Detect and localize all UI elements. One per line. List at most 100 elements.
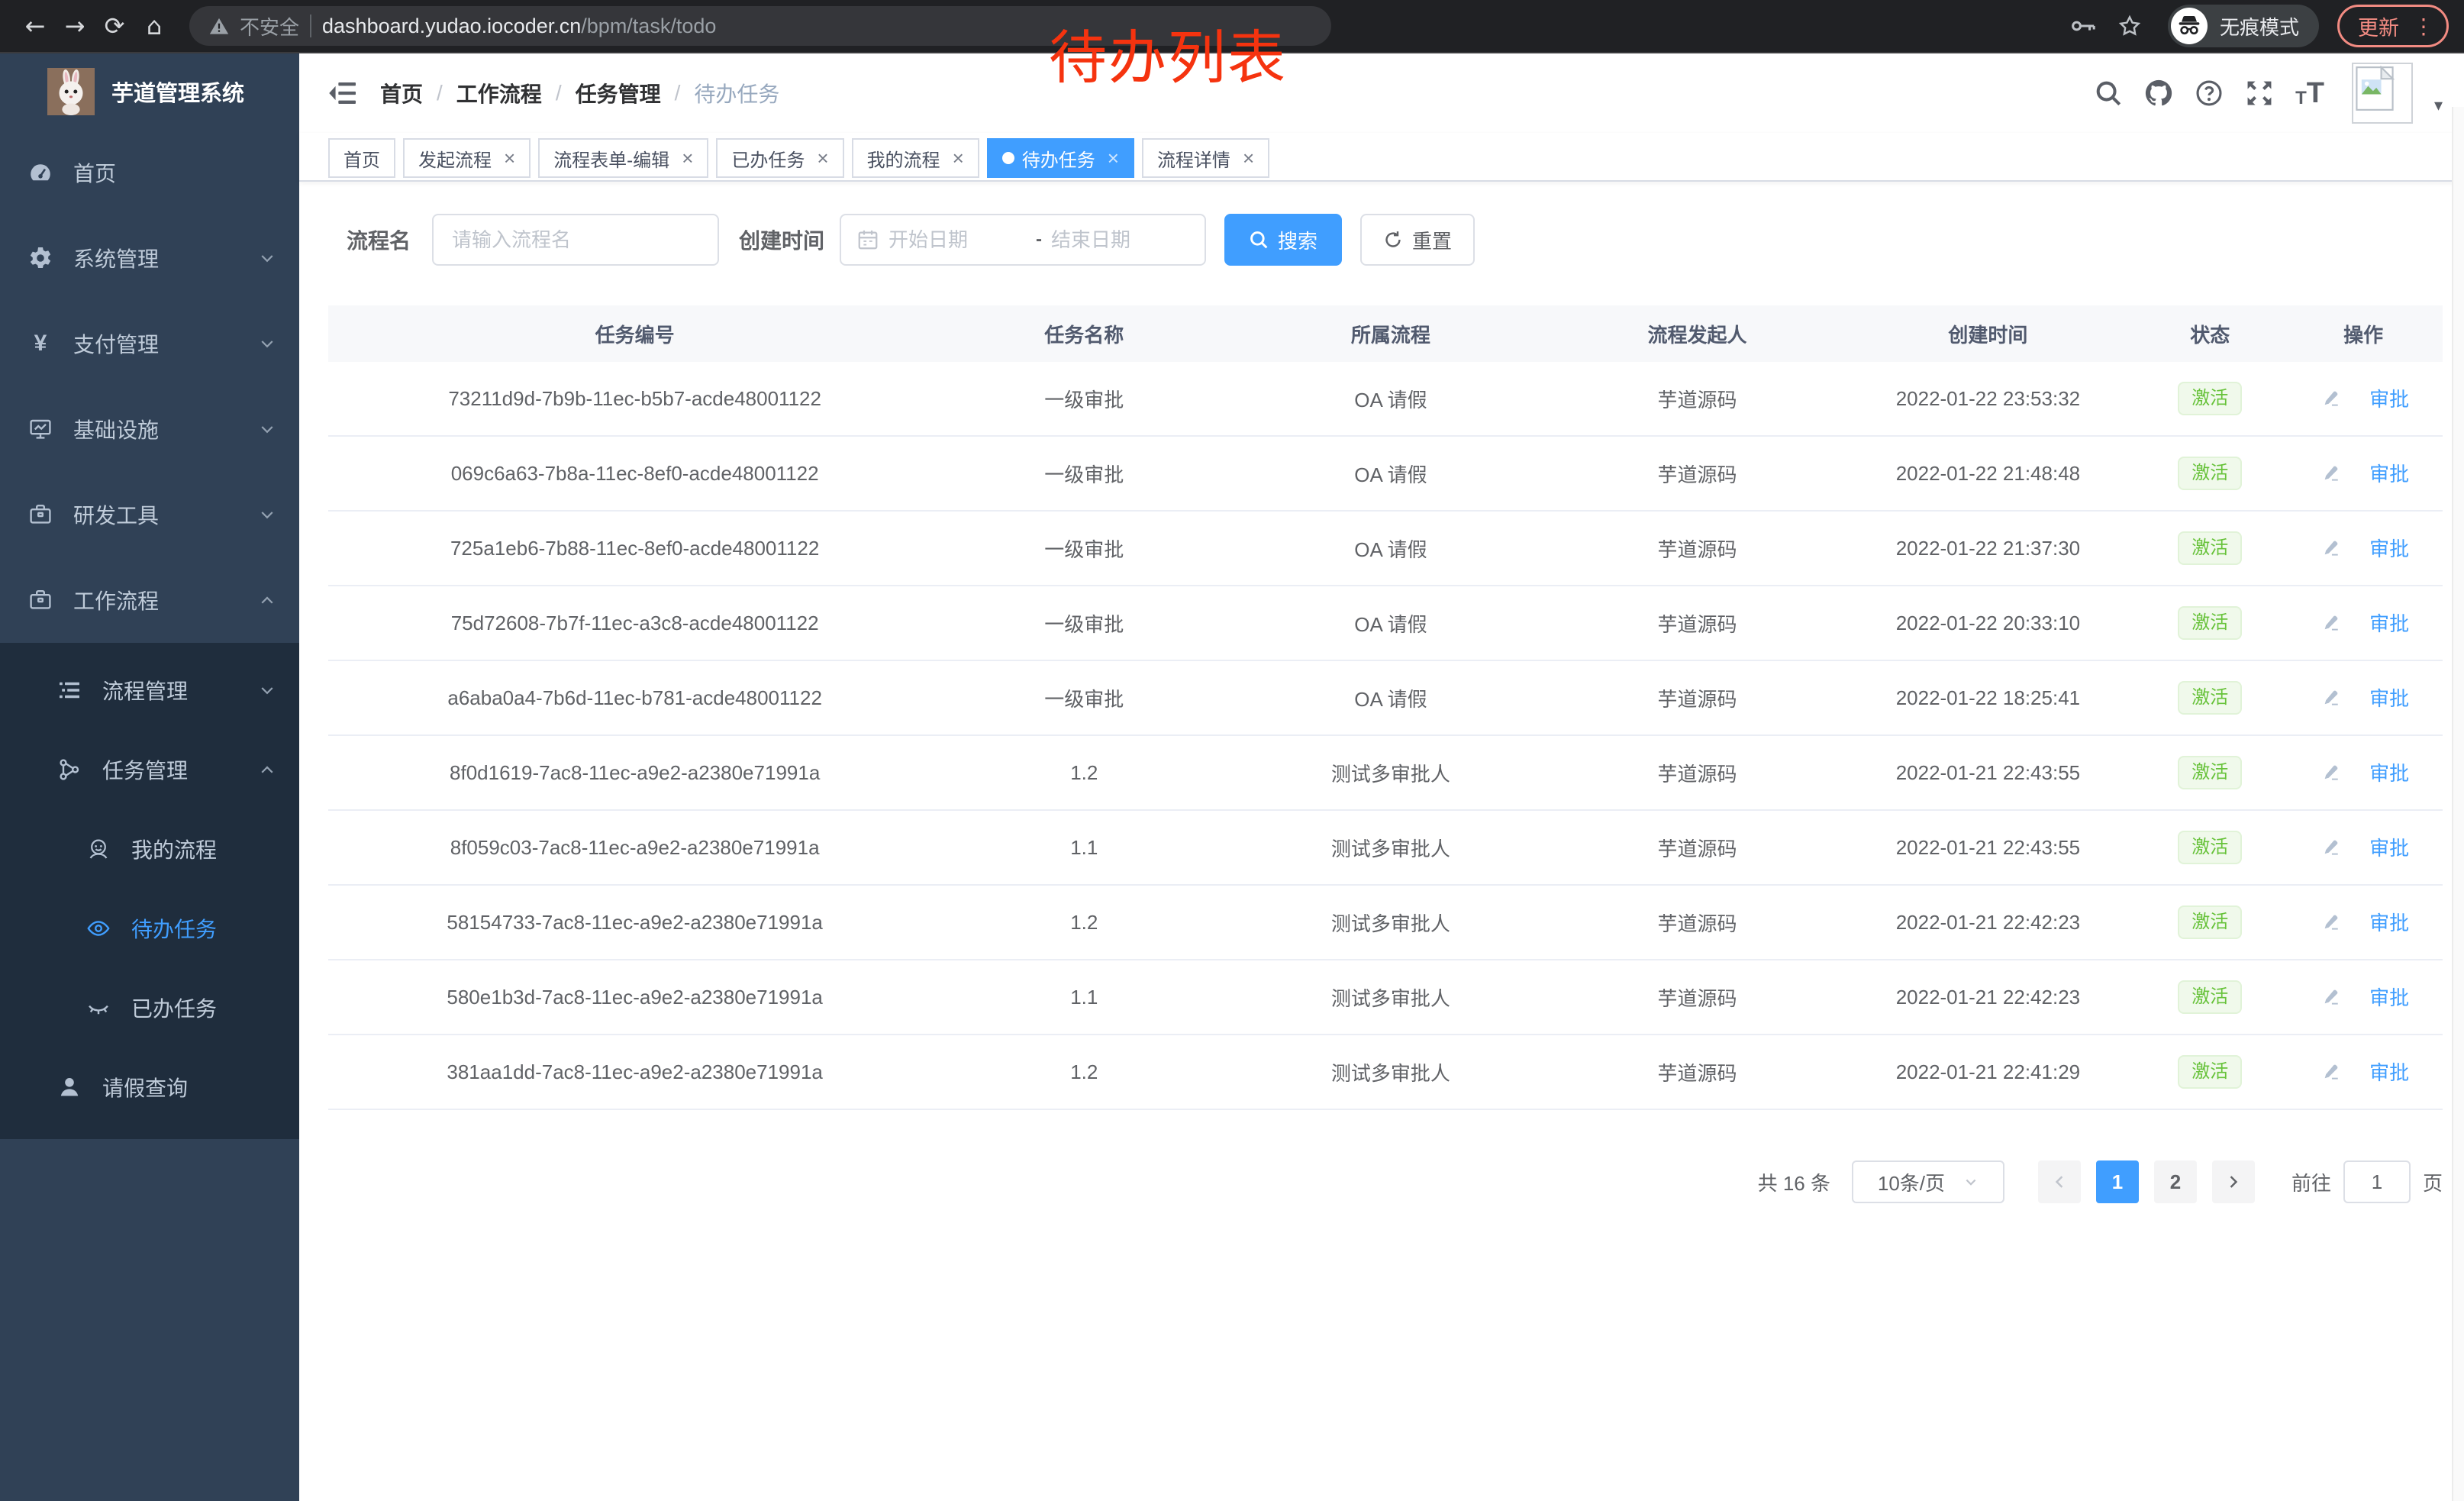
- reload-icon[interactable]: ⟳: [95, 11, 134, 40]
- github-icon[interactable]: [2144, 79, 2173, 108]
- sidebar-item-0[interactable]: 首页: [0, 130, 299, 215]
- search-button[interactable]: 搜索: [1224, 214, 1342, 266]
- tab-4[interactable]: 我的流程×: [852, 138, 979, 178]
- scrollbar[interactable]: [2452, 107, 2464, 1501]
- tab-close-icon[interactable]: ×: [1108, 147, 1119, 170]
- sidebar: 芋道管理系统 首页系统管理¥支付管理基础设施研发工具工作流程流程管理任务管理我的…: [0, 53, 299, 1501]
- gear-icon: [27, 246, 53, 270]
- breadcrumb-home[interactable]: 首页: [380, 78, 423, 108]
- tab-close-icon[interactable]: ×: [504, 147, 515, 170]
- approve-link[interactable]: 审批: [2317, 1057, 2409, 1086]
- back-icon[interactable]: ←: [15, 11, 55, 40]
- tab-0[interactable]: 首页: [328, 138, 395, 178]
- cell-process: OA 请假: [1227, 609, 1554, 638]
- flow-tree-icon: [56, 757, 82, 782]
- process-name-input[interactable]: [432, 214, 719, 266]
- date-range-picker[interactable]: -: [840, 214, 1206, 266]
- fullscreen-icon[interactable]: [2245, 79, 2274, 108]
- cell-action: 审批: [2284, 833, 2443, 862]
- approve-link[interactable]: 审批: [2317, 459, 2409, 487]
- status-badge: 激活: [2178, 980, 2242, 1014]
- tab-close-icon[interactable]: ×: [817, 147, 828, 170]
- bookmark-star-icon[interactable]: [2107, 15, 2153, 37]
- approve-link[interactable]: 审批: [2317, 384, 2409, 412]
- sidebar-item-9[interactable]: 待办任务: [0, 889, 299, 968]
- approve-link[interactable]: 审批: [2317, 534, 2409, 562]
- approve-label: 审批: [2369, 758, 2409, 786]
- approve-link[interactable]: 审批: [2317, 608, 2409, 637]
- sidebar-item-1[interactable]: 系统管理: [0, 215, 299, 301]
- sidebar-item-6[interactable]: 流程管理: [0, 650, 299, 730]
- sidebar-item-10[interactable]: 已办任务: [0, 968, 299, 1047]
- page-size-select[interactable]: 10条/页: [1852, 1160, 2004, 1203]
- breadcrumb-workflow[interactable]: 工作流程: [456, 78, 542, 108]
- end-date-input[interactable]: [1051, 228, 1189, 252]
- avatar-dropdown-icon[interactable]: ▾: [2434, 95, 2443, 115]
- sidebar-item-2[interactable]: ¥支付管理: [0, 301, 299, 386]
- help-icon[interactable]: [2195, 79, 2224, 108]
- page-button-2[interactable]: 2: [2154, 1160, 2197, 1203]
- chevron-down-icon: [1963, 1174, 1979, 1190]
- update-button[interactable]: 更新 ⋮: [2337, 5, 2449, 47]
- table-row-8: 580e1b3d-7ac8-11ec-a9e2-a2380e71991a1.1测…: [328, 960, 2443, 1035]
- text-size-icon[interactable]: TT: [2295, 79, 2324, 108]
- key-icon[interactable]: [2061, 15, 2107, 37]
- cell-name: 一级审批: [941, 684, 1227, 712]
- filter-form: 流程名 创建时间 - 搜索: [328, 214, 2455, 266]
- cell-status: 激活: [2136, 1055, 2284, 1089]
- cell-action: 审批: [2284, 683, 2443, 712]
- security-label[interactable]: 不安全: [240, 12, 299, 40]
- home-icon[interactable]: ⌂: [134, 11, 174, 40]
- page-button-1[interactable]: 1: [2096, 1160, 2139, 1203]
- reset-button[interactable]: 重置: [1360, 214, 1475, 266]
- sidebar-item-11[interactable]: 请假查询: [0, 1047, 299, 1127]
- sidebar-item-8[interactable]: 我的流程: [0, 809, 299, 889]
- sidebar-item-5[interactable]: 工作流程: [0, 557, 299, 643]
- approve-link[interactable]: 审批: [2317, 833, 2409, 861]
- cell-process: OA 请假: [1227, 460, 1554, 488]
- start-date-input[interactable]: [889, 228, 1027, 252]
- cell-process: 测试多审批人: [1227, 834, 1554, 862]
- main-content: 首页 / 工作流程 / 任务管理 / 待办任务: [299, 53, 2464, 1501]
- tab-2[interactable]: 流程表单-编辑×: [538, 138, 708, 178]
- approve-link[interactable]: 审批: [2317, 983, 2409, 1011]
- cell-action: 审批: [2284, 758, 2443, 787]
- tab-close-icon[interactable]: ×: [953, 147, 964, 170]
- status-badge: 激活: [2178, 457, 2242, 490]
- sidebar-fold-icon[interactable]: [328, 80, 357, 106]
- tab-label: 首页: [343, 145, 380, 172]
- sidebar-item-3[interactable]: 基础设施: [0, 386, 299, 472]
- browser-menu-icon[interactable]: ⋮: [2413, 14, 2434, 39]
- tab-6[interactable]: 流程详情×: [1142, 138, 1269, 178]
- incognito-badge: 无痕模式: [2168, 5, 2319, 47]
- tab-1[interactable]: 发起流程×: [403, 138, 531, 178]
- prev-page-button[interactable]: [2038, 1160, 2081, 1203]
- app-logo[interactable]: 芋道管理系统: [0, 53, 299, 130]
- avatar[interactable]: [2352, 63, 2413, 124]
- breadcrumb-task-mgmt[interactable]: 任务管理: [576, 78, 661, 108]
- app-title: 芋道管理系统: [111, 76, 244, 108]
- status-badge: 激活: [2178, 905, 2242, 939]
- status-badge: 激活: [2178, 606, 2242, 640]
- next-page-button[interactable]: [2212, 1160, 2255, 1203]
- cell-process: OA 请假: [1227, 385, 1554, 413]
- tab-close-icon[interactable]: ×: [1243, 147, 1254, 170]
- sidebar-item-label: 支付管理: [73, 328, 159, 359]
- sidebar-item-4[interactable]: 研发工具: [0, 472, 299, 557]
- page-body: 流程名 创建时间 - 搜索: [299, 182, 2464, 1501]
- sidebar-item-label: 我的流程: [131, 834, 217, 864]
- column-header-6: 操作: [2284, 320, 2443, 348]
- approve-link[interactable]: 审批: [2317, 758, 2409, 786]
- search-icon[interactable]: [2094, 79, 2123, 108]
- sidebar-item-7[interactable]: 任务管理: [0, 730, 299, 809]
- tab-3[interactable]: 已办任务×: [716, 138, 843, 178]
- approve-link[interactable]: 审批: [2317, 908, 2409, 936]
- approve-link[interactable]: 审批: [2317, 683, 2409, 712]
- tab-close-icon[interactable]: ×: [682, 147, 693, 170]
- forward-icon[interactable]: →: [55, 11, 95, 40]
- goto-page-input[interactable]: [2343, 1160, 2411, 1203]
- approve-label: 审批: [2369, 384, 2409, 412]
- tab-5[interactable]: 待办任务×: [987, 138, 1134, 178]
- cell-process: 测试多审批人: [1227, 983, 1554, 1012]
- cell-time: 2022-01-22 23:53:32: [1840, 387, 2137, 411]
